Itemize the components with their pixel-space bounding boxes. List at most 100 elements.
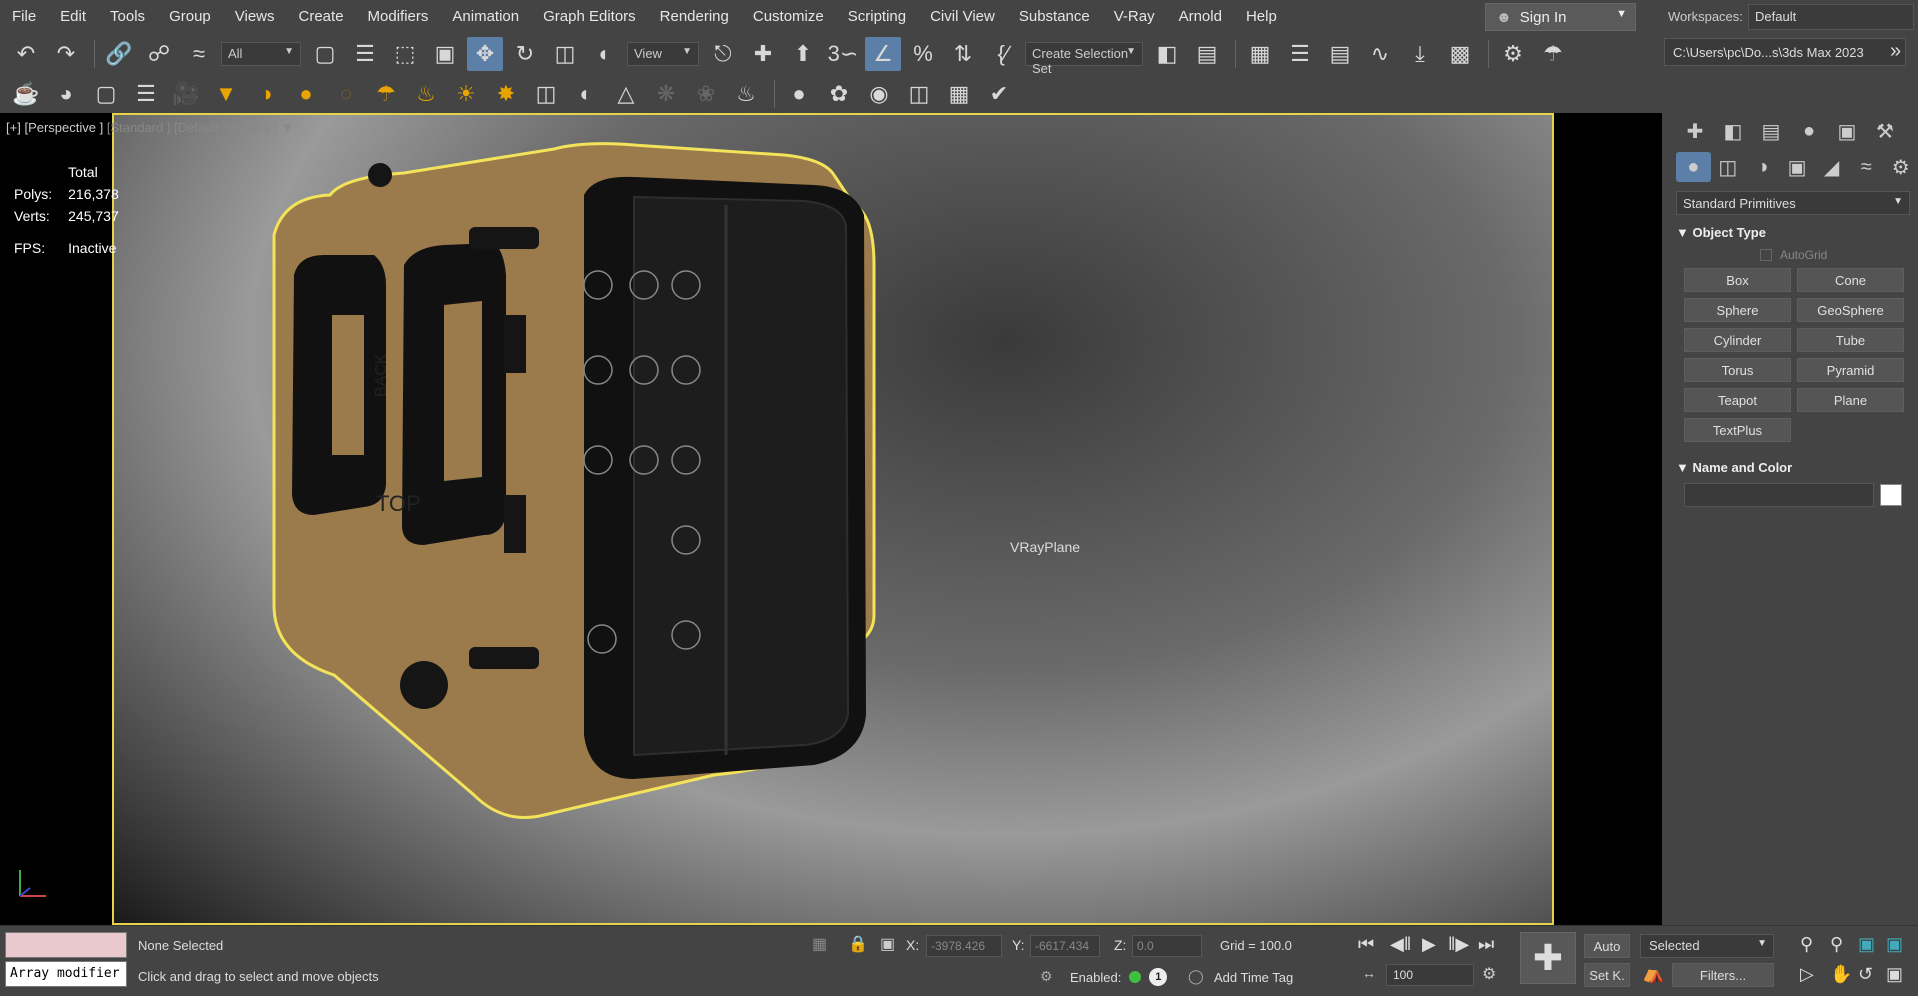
maxscript-listener-output[interactable] bbox=[5, 932, 127, 958]
adaptive-degradation-icon[interactable]: ⚙ bbox=[1040, 968, 1053, 985]
rectangular-selection-icon[interactable]: ⬚ bbox=[387, 37, 423, 71]
go-to-start-icon[interactable]: ⏮ bbox=[1358, 934, 1374, 955]
link-icon[interactable]: 🔗 bbox=[101, 37, 137, 71]
create-tab-icon[interactable]: ✚ bbox=[1676, 116, 1714, 146]
zoom-extents-all-icon[interactable]: ▣ bbox=[1886, 934, 1903, 955]
geosphere-button[interactable]: GeoSphere bbox=[1797, 298, 1904, 322]
object-name-field[interactable] bbox=[1684, 483, 1874, 507]
sphere-button[interactable]: Sphere bbox=[1684, 298, 1791, 322]
maximize-viewport-icon[interactable]: ▣ bbox=[1886, 964, 1903, 985]
menu-views[interactable]: Views bbox=[223, 0, 287, 34]
angle-snap-icon[interactable]: ∠ bbox=[865, 37, 901, 71]
teapot-icon[interactable]: ☕ bbox=[8, 77, 44, 111]
case-model[interactable]: BACK TOP bbox=[114, 115, 1552, 923]
viewport-label[interactable]: [+] [Perspective ] [Standard ] [Default … bbox=[6, 120, 294, 135]
ambient-light-icon[interactable]: ♨ bbox=[408, 77, 444, 111]
filters-button[interactable]: Filters... bbox=[1672, 963, 1774, 987]
vray-sphere-icon[interactable]: ◐ bbox=[568, 77, 604, 111]
percent-snap-icon[interactable]: % bbox=[905, 37, 941, 71]
sphere-light-icon[interactable]: ● bbox=[288, 77, 324, 111]
menu-graph-editors[interactable]: Graph Editors bbox=[531, 0, 648, 34]
material-editor-icon[interactable]: ▩ bbox=[1442, 37, 1478, 71]
cameras-icon[interactable]: ▣ bbox=[1780, 152, 1815, 182]
isolate-selection-icon[interactable]: ▦ bbox=[812, 934, 827, 954]
x-coordinate-field[interactable]: -3978.426 bbox=[926, 935, 1002, 957]
key-mode-icon[interactable]: ✚ bbox=[745, 37, 781, 71]
pivot-center-icon[interactable]: ⎋ bbox=[705, 37, 741, 71]
zoom-icon[interactable]: ⚲ bbox=[1800, 934, 1813, 955]
space-warps-icon[interactable]: ≈ bbox=[1849, 152, 1884, 182]
edit-named-selection-icon[interactable]: {∕ bbox=[985, 37, 1021, 71]
time-config-icon[interactable]: ⚙ bbox=[1482, 964, 1496, 984]
menu-civil-view[interactable]: Civil View bbox=[918, 0, 1007, 34]
torus-button[interactable]: Torus bbox=[1684, 358, 1791, 382]
menu-help[interactable]: Help bbox=[1234, 0, 1289, 34]
auto-key-button[interactable]: Auto bbox=[1584, 934, 1630, 958]
geometry-icon[interactable]: ● bbox=[1676, 152, 1711, 182]
material-override-icon[interactable]: ◫ bbox=[901, 77, 937, 111]
menu-arnold[interactable]: Arnold bbox=[1167, 0, 1234, 34]
select-and-scale-icon[interactable]: ◫ bbox=[547, 37, 583, 71]
field-of-view-icon[interactable]: ▷ bbox=[1800, 964, 1814, 985]
menu-substance[interactable]: Substance bbox=[1007, 0, 1102, 34]
viewport-point-of-view[interactable]: [Perspective ] bbox=[24, 120, 103, 135]
render-setup-icon[interactable]: ⚙ bbox=[1495, 37, 1531, 71]
frame-buffer-icon[interactable]: ▦ bbox=[941, 77, 977, 111]
menu-scripting[interactable]: Scripting bbox=[836, 0, 918, 34]
autogrid-checkbox[interactable]: AutoGrid bbox=[1664, 248, 1918, 262]
dome-icon[interactable]: ◕ bbox=[48, 77, 84, 111]
motion-tab-icon[interactable]: ● bbox=[1790, 116, 1828, 146]
redo-icon[interactable]: ↷ bbox=[48, 37, 84, 71]
next-frame-icon[interactable]: ‖▶ bbox=[1448, 934, 1469, 955]
pyramid-button[interactable]: Pyramid bbox=[1797, 358, 1904, 382]
select-and-move-icon[interactable]: ✥ bbox=[467, 37, 503, 71]
unlink-icon[interactable]: ☍ bbox=[141, 37, 177, 71]
fur-icon[interactable]: ❋ bbox=[648, 77, 684, 111]
menu-vray[interactable]: V-Ray bbox=[1102, 0, 1167, 34]
filter-icon[interactable]: ▼ bbox=[281, 120, 294, 135]
set-key-icon[interactable]: ✚ bbox=[1520, 932, 1576, 984]
object-type-rollout[interactable]: ▼ Object Type bbox=[1676, 225, 1910, 240]
sun-icon[interactable]: ☀ bbox=[448, 77, 484, 111]
play-icon[interactable]: ▶ bbox=[1422, 934, 1436, 955]
lock-selection-icon[interactable]: 🔒 bbox=[848, 934, 868, 954]
rendered-frame-window-icon[interactable]: ☂ bbox=[1535, 37, 1571, 71]
primitive-category-dropdown[interactable]: Standard Primitives ▼ bbox=[1676, 191, 1910, 215]
menu-animation[interactable]: Animation bbox=[440, 0, 531, 34]
y-coordinate-field[interactable]: -6617.434 bbox=[1030, 935, 1100, 957]
project-path-dropdown[interactable]: C:\Users\pc\Do...s\3ds Max 2023 bbox=[1664, 38, 1906, 66]
orbit-icon[interactable]: ↺ bbox=[1858, 964, 1873, 985]
name-color-rollout[interactable]: ▼ Name and Color bbox=[1676, 460, 1910, 475]
key-mode-toggle-icon[interactable]: ↔ bbox=[1362, 965, 1376, 981]
menu-tools[interactable]: Tools bbox=[98, 0, 157, 34]
snaps-toggle-icon[interactable]: 3∽ bbox=[825, 37, 861, 71]
z-coordinate-field[interactable]: 0.0 bbox=[1132, 935, 1202, 957]
select-object-icon[interactable]: ▢ bbox=[307, 37, 343, 71]
systems-icon[interactable]: ⚙ bbox=[1883, 152, 1918, 182]
key-filters-icon[interactable]: ⛺ bbox=[1642, 963, 1664, 984]
previous-frame-icon[interactable]: ◀‖ bbox=[1390, 934, 1411, 955]
select-and-rotate-icon[interactable]: ↻ bbox=[507, 37, 543, 71]
menu-group[interactable]: Group bbox=[157, 0, 223, 34]
utilities-tab-icon[interactable]: ⚒ bbox=[1866, 116, 1904, 146]
dome-light-icon[interactable]: ◑ bbox=[248, 77, 284, 111]
modify-tab-icon[interactable]: ◧ bbox=[1714, 116, 1752, 146]
curve-editor-icon[interactable]: ∿ bbox=[1362, 37, 1398, 71]
enabled-toggle[interactable]: Enabled: 1 bbox=[1070, 968, 1168, 986]
lights-icon[interactable]: ◑ bbox=[1745, 152, 1780, 182]
select-by-name-icon[interactable]: ☰ bbox=[347, 37, 383, 71]
select-and-place-icon[interactable]: ◐ bbox=[587, 37, 623, 71]
time-tag-icon[interactable]: ◯ bbox=[1188, 968, 1204, 985]
ribbon-icon[interactable]: ▤ bbox=[1322, 37, 1358, 71]
tube-button[interactable]: Tube bbox=[1797, 328, 1904, 352]
material-paint-icon[interactable]: ◉ bbox=[861, 77, 897, 111]
fire-icon[interactable]: ♨ bbox=[728, 77, 764, 111]
selection-filter-dropdown[interactable]: All ▼ bbox=[221, 42, 301, 66]
material-sphere-icon[interactable]: ● bbox=[781, 77, 817, 111]
grass-icon[interactable]: ❀ bbox=[688, 77, 724, 111]
sign-in-button[interactable]: ☻ Sign In ▼ bbox=[1485, 3, 1636, 31]
undo-icon[interactable]: ↶ bbox=[8, 37, 44, 71]
mirror-icon[interactable]: ◧ bbox=[1149, 37, 1185, 71]
menu-file[interactable]: File bbox=[0, 0, 48, 34]
workspaces-dropdown[interactable]: Default bbox=[1748, 4, 1914, 30]
